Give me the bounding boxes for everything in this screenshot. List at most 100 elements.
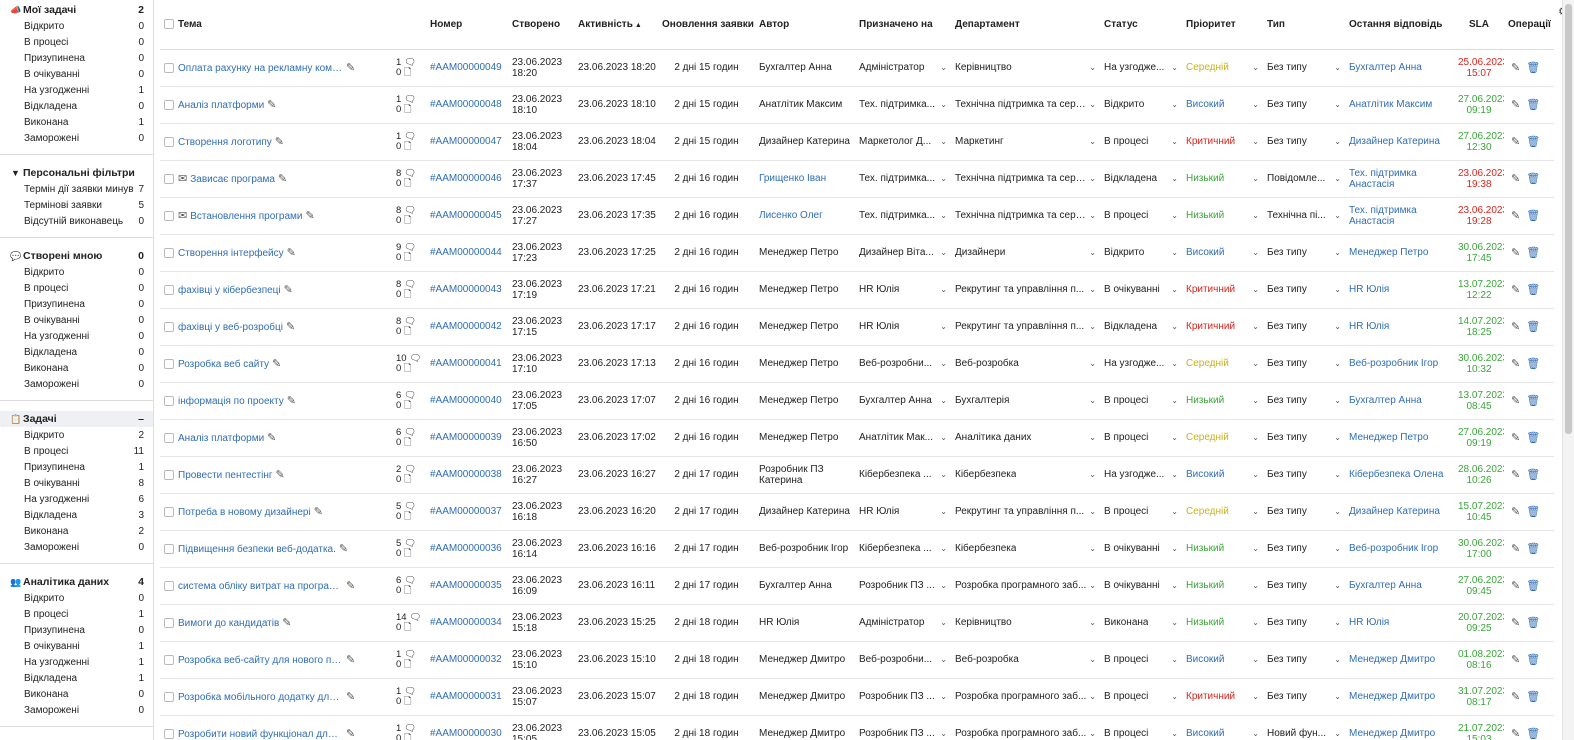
edit-pencil-icon[interactable]: ✎: [314, 506, 323, 518]
edit-pencil-icon[interactable]: ✎: [1511, 580, 1520, 592]
type-select[interactable]: Без типу ⌄: [1267, 395, 1341, 406]
ticket-subject-link[interactable]: Провести пентестінг: [178, 470, 273, 481]
cell-number[interactable]: #AAM00000035: [426, 567, 508, 604]
column-header[interactable]: Призначено на: [855, 0, 951, 50]
sidebar-item[interactable]: В очікуванні 0: [0, 66, 153, 82]
cell-number[interactable]: #AAM00000030: [426, 715, 508, 740]
cell-number[interactable]: #AAM00000049: [426, 49, 508, 86]
cell-number[interactable]: #AAM00000048: [426, 86, 508, 123]
cell-assigned[interactable]: HR Юлія ⌄: [855, 271, 951, 308]
ticket-subject-link[interactable]: Аналіз платформи: [178, 100, 264, 111]
sidebar-item[interactable]: Призупинена 0: [0, 50, 153, 66]
table-row[interactable]: Створення інтерфейсу ✎ 9 🗨 0 🗋 #AAM00000044 2…: [160, 234, 1554, 271]
priority-select[interactable]: Критичний ⌄: [1186, 136, 1259, 147]
cell-subject[interactable]: Розробка веб-сайту для нового про... ✎: [160, 641, 392, 678]
sidebar-item[interactable]: Заморожені 0: [0, 702, 153, 718]
cell-type[interactable]: Без типу ⌄: [1263, 234, 1345, 271]
trash-icon[interactable]: 🗑: [1526, 395, 1540, 407]
cell-department[interactable]: Технічна підтримка та сервіс ⌄: [951, 86, 1100, 123]
sidebar-item[interactable]: В процесі 0: [0, 34, 153, 50]
edit-pencil-icon[interactable]: ✎: [267, 432, 276, 444]
assigned-select[interactable]: Кібербезпека ... ⌄: [859, 469, 947, 480]
cell-number[interactable]: #AAM00000037: [426, 493, 508, 530]
ticket-subject-link[interactable]: Підвищення безпеки веб-додатка.: [178, 544, 336, 555]
cell-status[interactable]: На узгодже... ⌄: [1100, 345, 1182, 382]
assigned-select[interactable]: Тех. підтримка... ⌄: [859, 173, 947, 184]
sidebar-item[interactable]: Виконана 2: [0, 523, 153, 539]
table-row[interactable]: Аналіз платформи ✎ 6 🗨 0 🗋 #AAM00000039 23.06…: [160, 419, 1554, 456]
row-checkbox[interactable]: [164, 248, 174, 259]
priority-select[interactable]: Середній ⌄: [1186, 506, 1259, 517]
cell-number[interactable]: #AAM00000034: [426, 604, 508, 641]
department-select[interactable]: Рекрутинг та управління п... ⌄: [955, 321, 1096, 332]
sidebar-item[interactable]: В очікуванні 0: [0, 312, 153, 328]
edit-pencil-icon[interactable]: ✎: [1511, 99, 1520, 111]
cell-subject[interactable]: фахівці у кібербезпеці ✎: [160, 271, 392, 308]
cell-department[interactable]: Маркетинг ⌄: [951, 123, 1100, 160]
edit-pencil-icon[interactable]: ✎: [278, 173, 287, 185]
ticket-number-link[interactable]: #AAM00000046: [430, 173, 502, 184]
priority-select[interactable]: Низький ⌄: [1186, 210, 1259, 221]
type-select[interactable]: Без типу ⌄: [1267, 62, 1341, 73]
cell-author[interactable]: Грищенко Іван: [755, 160, 855, 197]
cell-last-reply[interactable]: Менеджер Петро: [1345, 419, 1454, 456]
column-header[interactable]: Оновлення заявки: [658, 0, 755, 50]
cell-assigned[interactable]: Веб-розробни... ⌄: [855, 345, 951, 382]
ticket-subject-link[interactable]: Потреба в новому дизайнері: [178, 507, 311, 518]
cell-assigned[interactable]: Розробник ПЗ ... ⌄: [855, 715, 951, 740]
status-select[interactable]: Відкрито ⌄: [1104, 99, 1178, 110]
edit-pencil-icon[interactable]: ✎: [272, 358, 281, 370]
type-select[interactable]: Без типу ⌄: [1267, 99, 1341, 110]
cell-priority[interactable]: Низький ⌄: [1182, 567, 1263, 604]
sidebar-item[interactable]: Відкладена 0: [0, 98, 153, 114]
sidebar-item[interactable]: Відкрито 0: [0, 590, 153, 606]
priority-select[interactable]: Критичний ⌄: [1186, 691, 1259, 702]
cell-last-reply[interactable]: Бухгалтер Анна: [1345, 567, 1454, 604]
cell-department[interactable]: Рекрутинг та управління п... ⌄: [951, 308, 1100, 345]
column-header[interactable]: Створено: [508, 0, 574, 50]
cell-assigned[interactable]: HR Юлія ⌄: [855, 493, 951, 530]
status-select[interactable]: В очікуванні ⌄: [1104, 543, 1178, 554]
sidebar-item[interactable]: В очікуванні 1: [0, 638, 153, 654]
cell-last-reply[interactable]: Бухгалтер Анна: [1345, 382, 1454, 419]
ticket-subject-link[interactable]: Створення логотипу: [178, 137, 272, 148]
cell-type[interactable]: Без типу ⌄: [1263, 49, 1345, 86]
cell-last-reply[interactable]: Кібербезпека Олена: [1345, 456, 1454, 493]
cell-number[interactable]: #AAM00000042: [426, 308, 508, 345]
row-checkbox[interactable]: [164, 322, 174, 333]
table-row[interactable]: Розробка мобільного додатку для п... ✎ 1 🗨…: [160, 678, 1554, 715]
sidebar-item[interactable]: Відкладена 0: [0, 344, 153, 360]
cell-type[interactable]: Без типу ⌄: [1263, 308, 1345, 345]
ticket-subject-link[interactable]: Створення інтерфейсу: [178, 248, 284, 259]
priority-select[interactable]: Середній ⌄: [1186, 358, 1259, 369]
column-header[interactable]: Активність ▲: [574, 0, 658, 50]
cell-department[interactable]: Розробка програмного заб... ⌄: [951, 715, 1100, 740]
ticket-number-link[interactable]: #AAM00000035: [430, 580, 502, 591]
ticket-number-link[interactable]: #AAM00000044: [430, 247, 502, 258]
cell-status[interactable]: В процесі ⌄: [1100, 641, 1182, 678]
status-select[interactable]: В процесі ⌄: [1104, 210, 1178, 221]
trash-icon[interactable]: 🗑: [1526, 284, 1540, 296]
status-select[interactable]: В процесі ⌄: [1104, 691, 1178, 702]
cell-priority[interactable]: Середній ⌄: [1182, 419, 1263, 456]
table-row[interactable]: Оплата рахунку на рекламну компа... ✎ 1 🗨 0…: [160, 49, 1554, 86]
ticket-number-link[interactable]: #AAM00000038: [430, 469, 502, 480]
priority-select[interactable]: Низький ⌄: [1186, 617, 1259, 628]
sidebar-item[interactable]: В процесі 0: [0, 280, 153, 296]
cell-last-reply[interactable]: HR Юлія: [1345, 308, 1454, 345]
sidebar-item[interactable]: В процесі 1: [0, 606, 153, 622]
edit-pencil-icon[interactable]: ✎: [339, 543, 348, 555]
priority-select[interactable]: Середній ⌄: [1186, 432, 1259, 443]
cell-subject[interactable]: Розробити новий функціонал для в... ✎: [160, 715, 392, 740]
edit-pencil-icon[interactable]: ✎: [1511, 247, 1520, 259]
cell-department[interactable]: Аналітика даних ⌄: [951, 419, 1100, 456]
status-select[interactable]: В процесі ⌄: [1104, 136, 1178, 147]
trash-icon[interactable]: 🗑: [1526, 99, 1540, 111]
sidebar-item[interactable]: На узгодженні 6: [0, 491, 153, 507]
cell-priority[interactable]: Низький ⌄: [1182, 604, 1263, 641]
priority-select[interactable]: Низький ⌄: [1186, 580, 1259, 591]
sidebar-item[interactable]: Заморожені 0: [0, 376, 153, 392]
row-checkbox[interactable]: [164, 507, 174, 518]
edit-pencil-icon[interactable]: ✎: [275, 136, 284, 148]
cell-type[interactable]: Повідомле... ⌄: [1263, 160, 1345, 197]
